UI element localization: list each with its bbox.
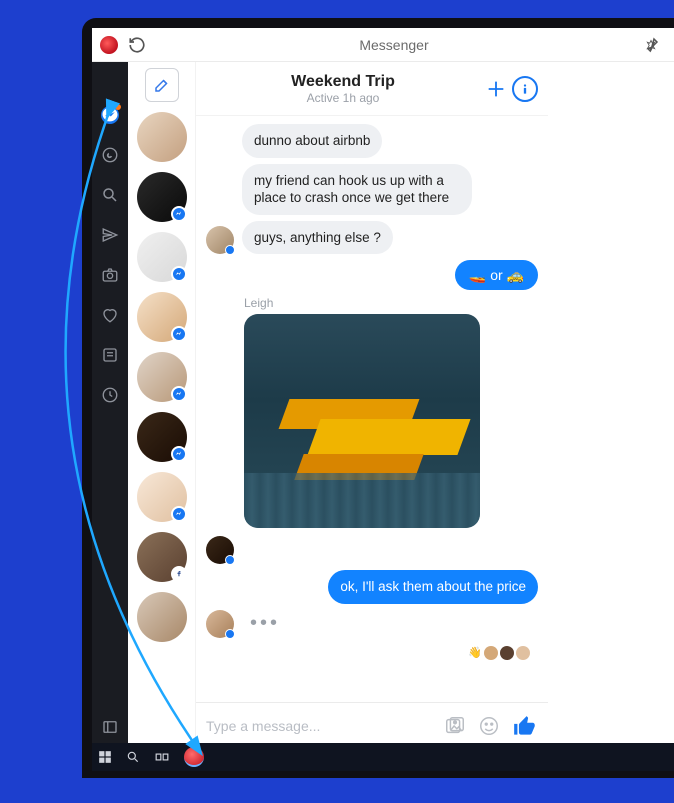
message-row: dunno about airbnb: [206, 124, 538, 158]
sender-avatar: [206, 226, 234, 254]
search-sidebar-icon[interactable]: [101, 186, 119, 204]
contacts-column: [128, 62, 196, 748]
info-button[interactable]: [512, 76, 538, 102]
window-title: Messenger: [146, 37, 642, 53]
like-icon[interactable]: [512, 713, 538, 739]
seen-avatar: [516, 646, 530, 660]
news-sidebar-icon[interactable]: [101, 346, 119, 364]
windows-start-icon[interactable]: [98, 750, 112, 764]
seen-avatar: [500, 646, 514, 660]
messenger-sidebar-icon[interactable]: [101, 106, 119, 124]
shared-image[interactable]: [244, 314, 480, 528]
message-row: ok, I'll ask them about the price: [206, 570, 538, 604]
panel-sidebar-icon[interactable]: [101, 718, 119, 736]
contact-avatar[interactable]: [137, 352, 187, 402]
message-row: my friend can hook us up with a place to…: [206, 164, 538, 215]
chat-header: Weekend Trip Active 1h ago: [196, 62, 548, 116]
message-bubble: ok, I'll ask them about the price: [328, 570, 538, 604]
taskview-icon[interactable]: [154, 750, 170, 764]
window-topbar: Messenger: [92, 28, 674, 62]
send-sidebar-icon[interactable]: [101, 226, 119, 244]
opera-taskbar-icon[interactable]: [184, 747, 204, 767]
chat-title: Weekend Trip: [206, 73, 480, 91]
messenger-panel: Weekend Trip Active 1h ago dunno about a…: [128, 62, 548, 748]
contact-avatar[interactable]: [137, 232, 187, 282]
contact-avatar[interactable]: [137, 592, 187, 642]
messenger-badge-icon: [171, 206, 187, 222]
typing-row: •••: [206, 610, 538, 638]
reload-icon[interactable]: [128, 36, 146, 54]
seen-avatar: [484, 646, 498, 660]
contact-avatar[interactable]: [137, 412, 187, 462]
message-bubble: my friend can hook us up with a place to…: [242, 164, 472, 215]
contact-avatar[interactable]: [137, 472, 187, 522]
taskbar-search-icon[interactable]: [126, 750, 140, 764]
windows-taskbar: [92, 743, 674, 771]
message-bubble: guys, anything else ?: [242, 221, 393, 255]
chat-subtitle: Active 1h ago: [206, 91, 480, 105]
notification-dot: [115, 104, 121, 110]
messenger-badge-icon: [171, 506, 187, 522]
facebook-badge-icon: [171, 566, 187, 582]
sender-avatar: [206, 536, 234, 564]
message-bubble: 🚤 or 🚕: [455, 260, 538, 290]
camera-sidebar-icon[interactable]: [101, 266, 119, 284]
message-input[interactable]: [206, 718, 432, 734]
typing-indicator-icon: •••: [250, 612, 280, 635]
message-row: 🚤 or 🚕: [206, 260, 538, 290]
messenger-badge-icon: [171, 386, 187, 402]
messenger-badge-icon: [171, 266, 187, 282]
compose-button[interactable]: [145, 68, 179, 102]
reactions-row: 👋: [206, 644, 538, 666]
messenger-badge-icon: [171, 446, 187, 462]
emoji-icon[interactable]: [478, 715, 500, 737]
sender-name-label: Leigh: [244, 296, 538, 310]
add-button[interactable]: [480, 73, 512, 105]
contact-avatar[interactable]: [137, 532, 187, 582]
contact-avatar[interactable]: [137, 172, 187, 222]
message-bubble: dunno about airbnb: [242, 124, 382, 158]
browser-window: Messenger: [92, 28, 674, 748]
pin-icon[interactable]: [642, 36, 660, 54]
message-row: guys, anything else ?: [206, 221, 538, 255]
contact-avatar[interactable]: [137, 292, 187, 342]
message-composer: [196, 702, 548, 748]
contact-avatar[interactable]: [137, 112, 187, 162]
opera-logo-icon: [100, 36, 118, 54]
chat-column: Weekend Trip Active 1h ago dunno about a…: [196, 62, 548, 748]
messages-list: dunno about airbnb my friend can hook us…: [196, 116, 548, 702]
history-sidebar-icon[interactable]: [101, 386, 119, 404]
heart-sidebar-icon[interactable]: [101, 306, 119, 324]
messenger-badge-icon: [171, 326, 187, 342]
photo-icon[interactable]: [444, 715, 466, 737]
whatsapp-sidebar-icon[interactable]: [101, 146, 119, 164]
message-row: [206, 536, 538, 564]
sender-avatar: [206, 610, 234, 638]
opera-sidebar: [92, 62, 128, 748]
